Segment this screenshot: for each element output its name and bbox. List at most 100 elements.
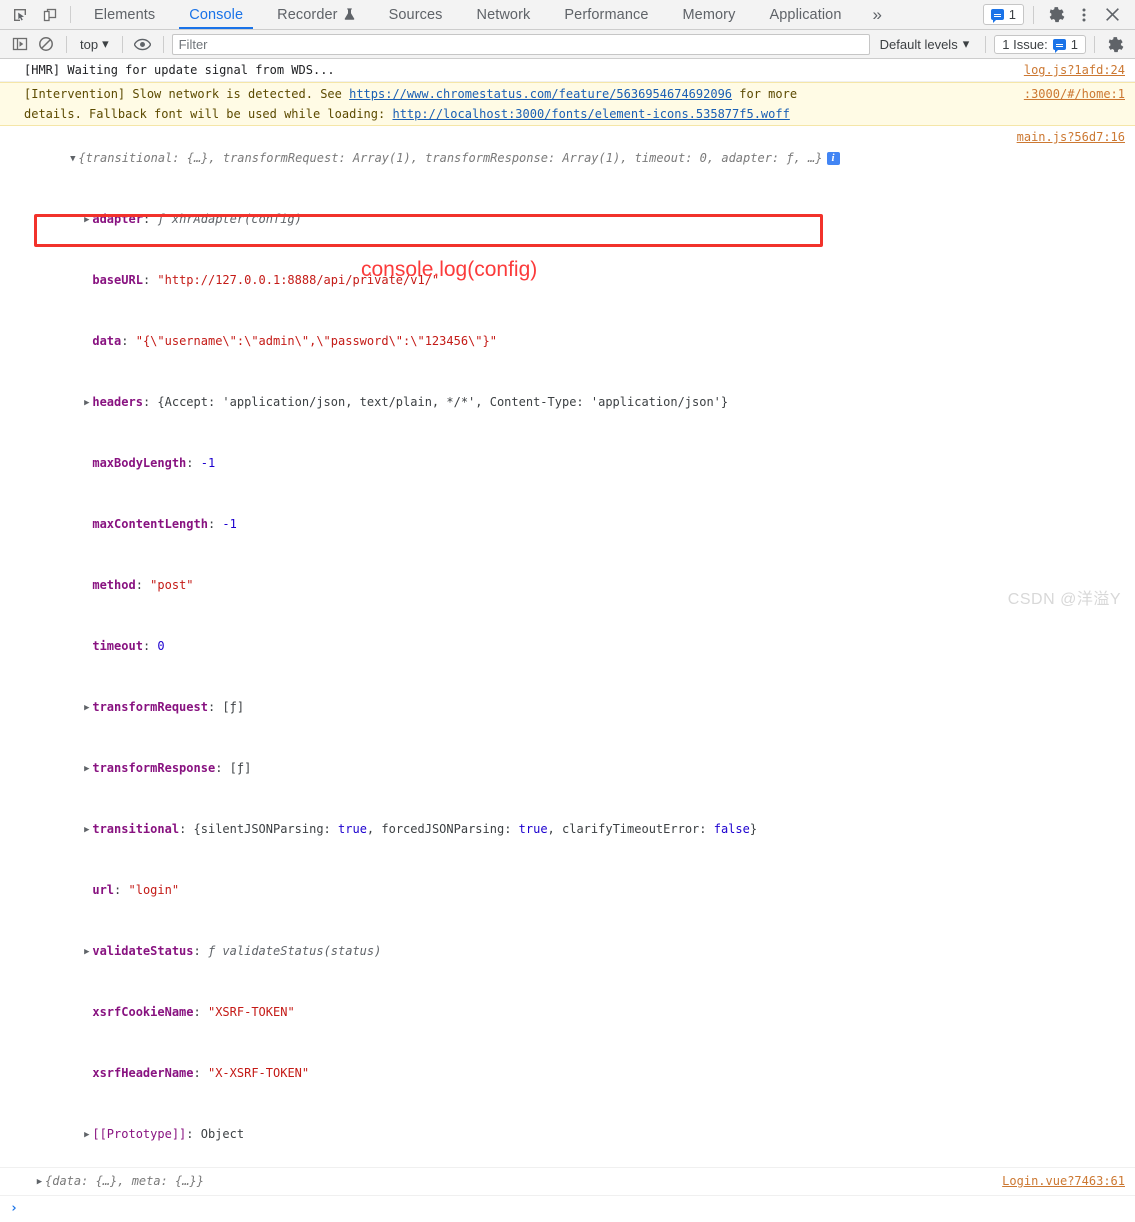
chevron-right-icon[interactable]: ▶ [81,393,92,413]
log-levels-selector[interactable]: Default levels ▾ [872,36,978,52]
object-property-row[interactable]: xsrfCookieName: "XSRF-TOKEN" [24,982,1125,1043]
execution-context-label: top [80,36,99,52]
more-options-icon[interactable] [1071,3,1097,27]
tab-console[interactable]: Console [172,0,260,29]
devtools-panel-tabs: Elements Console Recorder Sources Networ… [77,0,896,29]
console-message-source-link[interactable]: log.js?1afd:24 [1024,60,1125,80]
object-property-row[interactable]: ▶ validateStatus: ƒ validateStatus(status… [24,921,1125,982]
chevron-right-icon[interactable]: ▶ [81,820,92,840]
object-property-row[interactable]: ▶ transformResponse: [ƒ] [24,738,1125,799]
live-expression-eye-icon[interactable] [131,33,155,55]
object-property-row[interactable]: method: "post" [24,555,1125,616]
object-property-row[interactable]: url: "login" [24,860,1125,921]
tab-network[interactable]: Network [460,0,548,29]
more-tabs-button[interactable]: » [859,0,896,29]
chevron-down-icon[interactable]: ▼ [67,149,78,169]
issues-badge-button[interactable]: 1 [982,4,1024,25]
device-toolbar-icon[interactable] [40,5,60,25]
font-url-link[interactable]: http://localhost:3000/fonts/element-icon… [392,107,789,121]
property-key: method [92,578,136,592]
object-property-row-headers[interactable]: ▶ headers: {Accept: 'application/json, te… [24,372,1125,433]
tab-sources[interactable]: Sources [372,0,460,29]
gear-icon[interactable] [1043,3,1069,27]
console-prompt[interactable]: › [0,1196,1135,1222]
tab-elements-label: Elements [94,6,156,23]
property-value: "{\"username\":\"admin\",\"password\":\"… [135,334,497,348]
tab-performance-label: Performance [564,6,649,23]
log-levels-label: Default levels [879,36,958,52]
tab-performance[interactable]: Performance [547,0,665,29]
object-property-row[interactable]: ▶ transformRequest: [ƒ] [24,677,1125,738]
property-key: xsrfHeaderName [92,1066,194,1080]
object-property-row[interactable]: ▶ transitional: {silentJSONParsing: true,… [24,799,1125,860]
chevron-right-icon[interactable]: ▶ [81,1125,92,1145]
chevron-right-icon[interactable]: ▶ [81,210,92,230]
console-issues-label: 1 Issue: [1002,36,1048,52]
console-message-object[interactable]: main.js?56d7:16 ▼ {transitional: {…}, tra… [0,126,1135,1167]
tab-recorder-label: Recorder [277,6,338,23]
property-separator: : [193,1066,208,1080]
object-prototype-row[interactable]: ▶ [[Prototype]]: Object [24,1104,1125,1165]
console-object-2-source-link[interactable]: Login.vue?7463:61 [1002,1171,1125,1191]
object-property-row[interactable]: maxContentLength: -1 [24,494,1125,555]
tab-memory[interactable]: Memory [666,0,753,29]
no-expand-spacer [81,881,92,901]
property-separator: : [193,944,208,958]
inspect-element-icon[interactable] [10,5,30,25]
chevron-right-icon[interactable]: ▶ [81,698,92,718]
chevron-right-icon[interactable]: ▶ [81,759,92,779]
console-filter-input[interactable] [171,33,870,55]
property-key: adapter [92,212,143,226]
tab-memory-label: Memory [682,6,736,23]
object-preview-row[interactable]: ▼ {transitional: {…}, transformRequest: A… [24,128,1125,189]
property-value: {Accept: 'application/json, text/plain, … [157,395,729,409]
toolbar-divider-1 [66,35,67,53]
tab-sources-label: Sources [388,6,443,23]
console-message-object-2[interactable]: ▶ {data: {…}, meta: {…}} Login.vue?7463:6… [0,1167,1135,1196]
property-separator: : [142,273,158,287]
object-property-row[interactable]: timeout: 0 [24,616,1125,677]
property-key: xsrfCookieName [92,1005,194,1019]
property-key: [[Prototype]] [92,1127,187,1141]
property-key: maxBodyLength [92,456,187,470]
object-preview-text: {transitional: {…}, transformRequest: Ar… [78,151,823,165]
object-property-row[interactable]: xsrfHeaderName: "X-XSRF-TOKEN" [24,1043,1125,1104]
console-message-warning[interactable]: [Intervention] Slow network is detected.… [0,82,1135,126]
property-value: "http://127.0.0.1:8888/api/private/v1/" [157,273,440,287]
console-message-list: [HMR] Waiting for update signal from WDS… [0,59,1135,1222]
property-separator: : [121,334,136,348]
property-value: ƒ validateStatus(status) [207,944,382,958]
property-value: [ƒ] [229,761,252,775]
tab-network-label: Network [476,6,531,23]
no-expand-spacer [81,332,92,352]
property-separator: : [142,212,158,226]
property-value: "X-XSRF-TOKEN" [207,1066,310,1080]
property-key: headers [92,395,143,409]
close-icon[interactable] [1099,3,1125,27]
console-message-log[interactable]: [HMR] Waiting for update signal from WDS… [0,59,1135,82]
tabbar-right-actions: 1 [982,0,1135,29]
console-warning-source-link[interactable]: :3000/#/home:1 [1024,84,1125,104]
property-value: {silentJSONParsing: true, forcedJSONPars… [193,822,758,836]
clear-console-icon[interactable] [34,33,58,55]
tab-application[interactable]: Application [752,0,858,29]
chevron-down-icon: ▾ [962,36,970,51]
chevron-right-icon[interactable]: ▶ [81,942,92,962]
chromestatus-link[interactable]: https://www.chromestatus.com/feature/563… [349,87,732,101]
console-issues-button[interactable]: 1 Issue: 1 [994,34,1086,54]
object-property-row[interactable]: ▶ adapter: ƒ xhrAdapter(config) [24,189,1125,250]
execution-context-selector[interactable]: top ▾ [75,35,114,53]
info-icon[interactable]: i [826,152,840,165]
object-property-row[interactable]: data: "{\"username\":\"admin\",\"passwor… [24,311,1125,372]
console-sidebar-toggle-icon[interactable] [8,33,32,55]
console-settings-gear-icon[interactable] [1103,33,1127,55]
tabbar-right-divider [1033,5,1034,24]
object-property-row[interactable]: maxBodyLength: -1 [24,433,1125,494]
property-value: -1 [222,517,237,531]
property-value: -1 [200,456,216,470]
object-property-row[interactable]: baseURL: "http://127.0.0.1:8888/api/priv… [24,250,1125,311]
tab-recorder[interactable]: Recorder [260,0,371,29]
tab-elements[interactable]: Elements [77,0,172,29]
property-key: validateStatus [92,944,194,958]
chevron-right-icon[interactable]: ▶ [34,1172,45,1192]
